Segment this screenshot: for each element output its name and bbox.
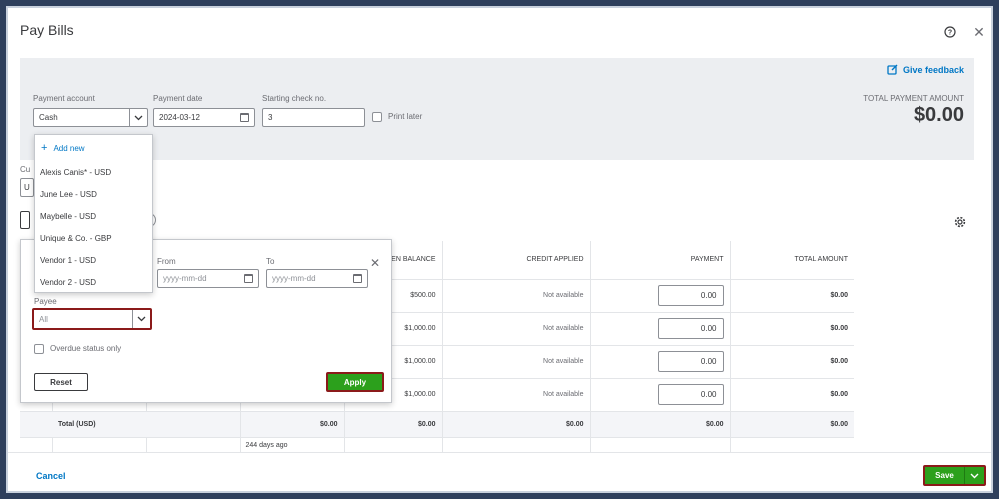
dropdown-option[interactable]: Vendor 1 - USD <box>35 249 152 271</box>
credit-applied-cell: Not available <box>442 279 591 313</box>
from-label: From <box>157 257 176 266</box>
payment-date-input[interactable]: 2024-03-12 <box>153 108 255 127</box>
payment-account-value: Cash <box>39 113 58 122</box>
dialog-footer: Cancel Save <box>8 452 991 491</box>
to-label: To <box>266 257 275 266</box>
payment-date-value: 2024-03-12 <box>159 113 200 122</box>
currency-field-stub[interactable]: U <box>20 178 34 197</box>
payment-account-label: Payment account <box>33 94 95 103</box>
payment-input[interactable]: 0.00 <box>657 285 724 306</box>
total-amount-cell: $0.00 <box>730 312 854 346</box>
close-filter-icon[interactable]: ✕ <box>367 255 383 271</box>
overdue-checkbox[interactable] <box>34 344 44 354</box>
cancel-button[interactable]: Cancel <box>36 471 66 481</box>
payment-account-select[interactable]: Cash <box>33 108 148 127</box>
add-new-label: Add new <box>53 143 85 153</box>
help-icon[interactable]: ? <box>942 24 958 40</box>
from-date-input[interactable]: yyyy-mm-dd <box>157 269 259 288</box>
print-later-label: Print later <box>388 112 423 121</box>
total-row-due: $0.00 <box>240 411 345 438</box>
gear-icon[interactable] <box>952 214 968 230</box>
payee-label: Payee <box>34 297 57 306</box>
credit-applied-cell: Not available <box>442 345 591 379</box>
currency-label-stub: Cu <box>20 165 31 174</box>
total-row-credit: $0.00 <box>442 411 591 438</box>
payee-select[interactable]: All <box>32 308 152 330</box>
total-row-open-balance: $0.00 <box>344 411 443 438</box>
starting-check-value: 3 <box>268 113 273 122</box>
plus-icon: + <box>41 142 48 154</box>
total-row-total: $0.00 <box>730 411 854 438</box>
chevron-down-icon <box>970 473 979 478</box>
total-amount-cell: $0.00 <box>730 279 854 313</box>
save-button-group: Save <box>923 465 986 486</box>
calendar-icon[interactable] <box>240 113 249 122</box>
currency-field-stub-text: U <box>24 183 30 192</box>
filter-button-stub[interactable] <box>20 211 30 229</box>
give-feedback-label: Give feedback <box>903 64 965 75</box>
close-icon[interactable]: ✕ <box>971 24 987 40</box>
payment-date-label: Payment date <box>153 94 203 103</box>
table-row: 244 days ago <box>20 437 974 452</box>
total-amount-cell: $0.00 <box>730 378 854 412</box>
add-new-option[interactable]: + Add new <box>35 135 152 161</box>
apply-button[interactable]: Apply <box>326 372 384 392</box>
dropdown-option[interactable]: June Lee - USD <box>35 183 152 205</box>
save-options-button[interactable] <box>964 467 984 484</box>
payment-input[interactable]: 0.00 <box>657 384 724 405</box>
col-total-amount[interactable]: TOTAL AMOUNT <box>730 241 854 280</box>
payment-input[interactable]: 0.00 <box>657 318 724 339</box>
to-date-input[interactable]: yyyy-mm-dd <box>266 269 368 288</box>
from-date-placeholder: yyyy-mm-dd <box>163 274 207 283</box>
due-status-cell: 244 days ago <box>240 437 345 452</box>
dropdown-option[interactable]: Vendor 2 - USD <box>35 271 152 293</box>
total-row-label: Total (USD) <box>20 411 241 438</box>
calendar-icon[interactable] <box>353 274 362 283</box>
starting-check-input[interactable]: 3 <box>262 108 365 127</box>
svg-text:?: ? <box>948 30 952 37</box>
col-payment[interactable]: PAYMENT <box>590 241 731 280</box>
chevron-down-icon[interactable] <box>132 310 150 328</box>
dropdown-option[interactable]: Maybelle - USD <box>35 205 152 227</box>
payee-value: All <box>39 314 48 324</box>
pay-bills-dialog: Pay Bills ? ✕ Give feedback Payment acco… <box>6 6 993 493</box>
total-payment-label: TOTAL PAYMENT AMOUNT <box>863 94 964 103</box>
payment-input[interactable]: 0.00 <box>657 351 724 372</box>
dialog-title: Pay Bills <box>20 22 74 38</box>
dropdown-option[interactable]: Alexis Canis* - USD <box>35 161 152 183</box>
save-button[interactable]: Save <box>925 467 964 484</box>
give-feedback-link[interactable]: Give feedback <box>887 64 964 75</box>
overdue-label: Overdue status only <box>50 344 122 353</box>
reset-button[interactable]: Reset <box>34 373 88 391</box>
feedback-icon <box>887 64 898 75</box>
payment-account-dropdown: + Add new Alexis Canis* - USD June Lee -… <box>34 134 153 293</box>
calendar-icon[interactable] <box>244 274 253 283</box>
col-credit-applied[interactable]: CREDIT APPLIED <box>442 241 591 280</box>
starting-check-label: Starting check no. <box>262 94 327 103</box>
to-date-placeholder: yyyy-mm-dd <box>272 274 316 283</box>
credit-applied-cell: Not available <box>442 312 591 346</box>
total-payment-value: $0.00 <box>913 104 964 126</box>
total-amount-cell: $0.00 <box>730 345 854 379</box>
table-total-row: Total (USD) $0.00 $0.00 $0.00 $0.00 $0.0… <box>20 411 974 438</box>
total-row-payment: $0.00 <box>590 411 731 438</box>
dropdown-option[interactable]: Unique & Co. - GBP <box>35 227 152 249</box>
credit-applied-cell: Not available <box>442 378 591 412</box>
chevron-down-icon[interactable] <box>129 109 147 126</box>
print-later-checkbox[interactable] <box>372 112 382 122</box>
